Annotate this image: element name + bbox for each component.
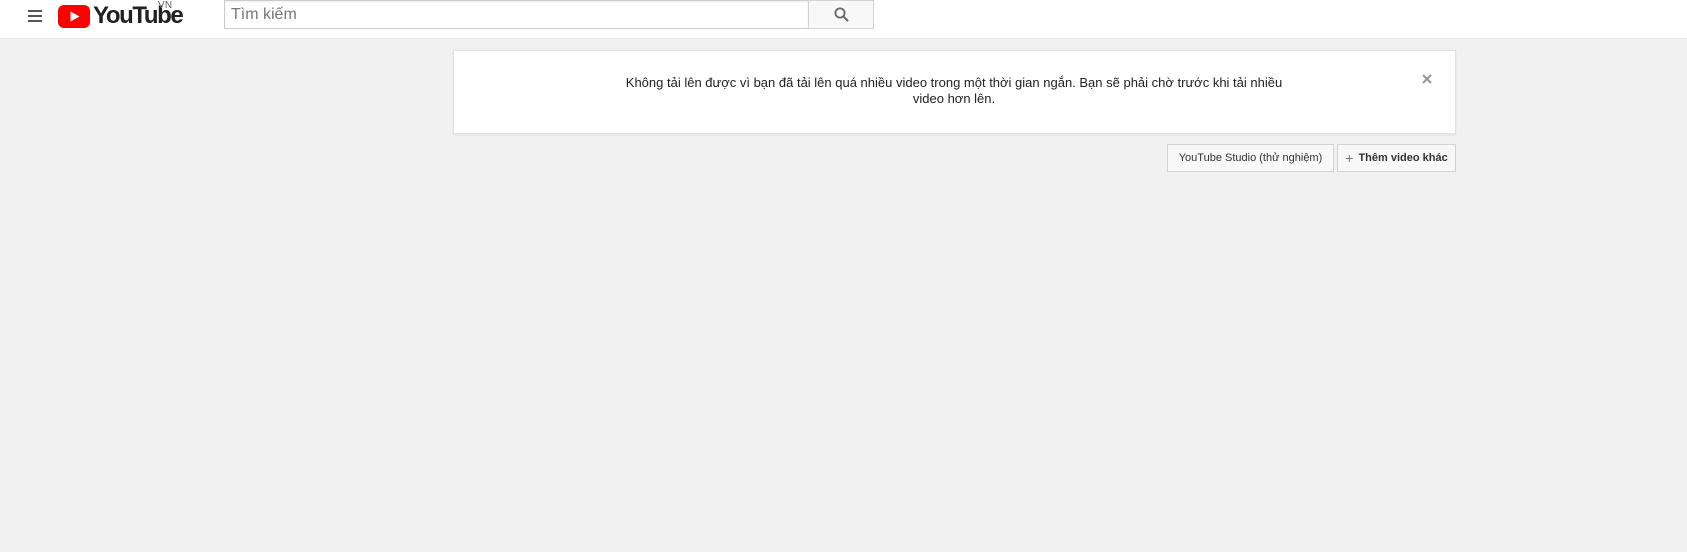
add-more-videos-label: Thêm video khác: [1358, 152, 1448, 164]
plus-icon: +: [1345, 149, 1354, 166]
add-more-videos-button[interactable]: + Thêm video khác: [1337, 144, 1456, 172]
guide-menu-button[interactable]: [24, 5, 46, 27]
masthead: YouTube VN: [0, 0, 1687, 39]
youtube-studio-button[interactable]: YouTube Studio (thử nghiệm): [1167, 144, 1334, 172]
youtube-logo-link[interactable]: YouTube VN: [58, 0, 184, 30]
alert-close-button[interactable]: [1419, 71, 1435, 87]
search-form: [224, 0, 874, 29]
upload-error-alert: Không tải lên được vì bạn đã tải lên quá…: [453, 50, 1456, 134]
logo-country-code: VN: [158, 0, 173, 11]
hamburger-menu-icon: [28, 10, 42, 22]
search-icon: [834, 7, 849, 22]
youtube-studio-label: YouTube Studio (thử nghiệm): [1178, 152, 1323, 164]
search-button[interactable]: [808, 0, 874, 29]
alert-message: Không tải lên được vì bạn đã tải lên quá…: [625, 75, 1283, 106]
close-icon: [1422, 74, 1432, 84]
youtube-play-icon: [58, 4, 90, 28]
search-input[interactable]: [224, 0, 808, 29]
